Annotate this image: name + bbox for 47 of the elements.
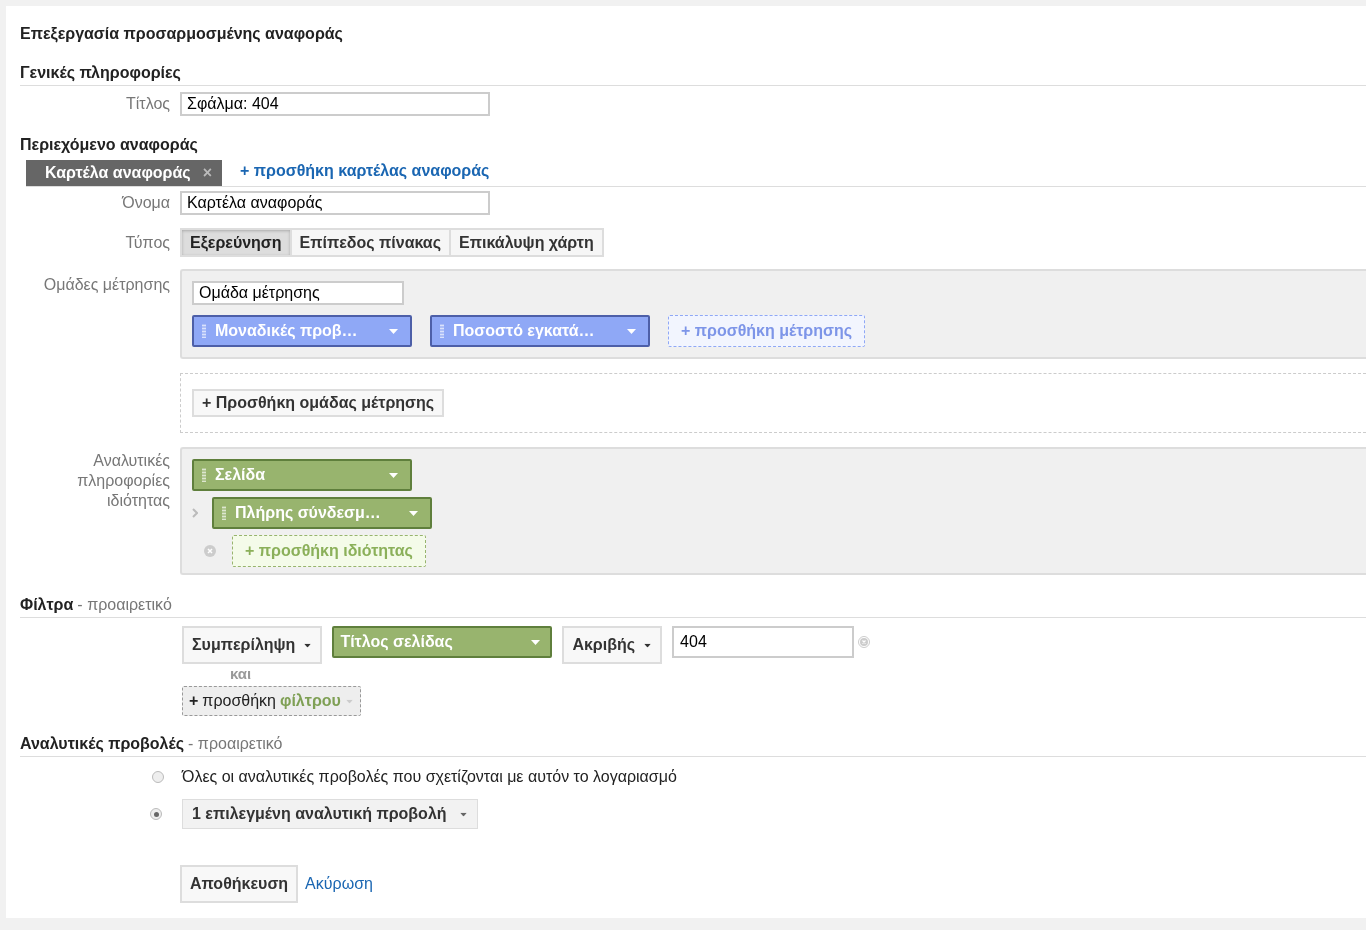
title-input[interactable]: Σφάλμα: 404 xyxy=(180,92,490,116)
caret-icon xyxy=(627,328,636,334)
caret-icon xyxy=(644,643,651,647)
caret-icon xyxy=(346,699,353,703)
add-tab-link[interactable]: + προσθήκη καρτέλας αναφοράς xyxy=(240,159,490,183)
include-dropdown[interactable]: Συμπερίληψη xyxy=(182,626,323,664)
option-label: Όλες οι αναλυτικές προβολές που σχετίζονται με αυτόν το λογαριασμό xyxy=(182,767,677,787)
add-filter-button[interactable]: + προσθήκη φίλτρου xyxy=(182,686,361,716)
page-title: Επεξεργασία προσαρμοσμένης αναφοράς xyxy=(20,24,344,44)
match-dropdown[interactable]: Ακριβής xyxy=(562,626,663,664)
optional-label: - προαιρετικό xyxy=(188,734,283,754)
caret-icon xyxy=(531,639,541,645)
field-label: Τίτλος xyxy=(125,94,170,114)
radio-button[interactable] xyxy=(150,808,162,820)
radio-button[interactable] xyxy=(152,771,164,783)
section-heading: Φίλτρα xyxy=(20,595,74,615)
section-heading: Αναλυτικές προβολές xyxy=(20,734,185,754)
type-tab[interactable]: Επίπεδος πίνακας xyxy=(289,228,452,257)
report-tab[interactable]: Καρτέλα αναφοράς × xyxy=(26,160,222,186)
view-dropdown[interactable]: 1 επιλεγμένη αναλυτική προβολή xyxy=(182,799,478,829)
field-label: Τύπος xyxy=(124,232,170,253)
grip-icon xyxy=(222,506,226,520)
add-metric-group-button[interactable]: + Προσθήκη ομάδας μέτρησης xyxy=(192,389,445,417)
field-label: Όνομα xyxy=(120,193,170,213)
caret-icon xyxy=(304,643,312,647)
field-label: Ομάδες μέτρησης xyxy=(42,275,170,295)
caret-icon xyxy=(389,472,398,478)
grip-icon xyxy=(202,468,206,482)
save-button[interactable]: Αποθήκευση xyxy=(180,865,299,903)
section-heading: Γενικές πληροφορίες xyxy=(20,63,181,83)
connector-label: και xyxy=(230,664,253,684)
grip-icon xyxy=(440,324,444,338)
type-tab[interactable]: Εξερεύνηση xyxy=(180,228,292,257)
clear-icon[interactable] xyxy=(858,636,871,648)
chevron-icon xyxy=(192,508,198,518)
name-input[interactable]: Καρτέλα αναφοράς xyxy=(180,191,490,215)
cancel-link[interactable]: Ακύρωση xyxy=(305,872,373,896)
section-heading: Περιεχόμενο αναφοράς xyxy=(20,135,199,155)
field-label: Αναλυτικές πληροφορίες ιδιότητας xyxy=(76,451,170,511)
caret-icon xyxy=(389,328,398,334)
type-tab[interactable]: Επικάλυψη χάρτη xyxy=(449,228,604,257)
filter-value-input[interactable]: 404 xyxy=(672,626,855,658)
grip-icon xyxy=(202,324,206,338)
group-name-input[interactable]: Ομάδα μέτρησης xyxy=(192,281,404,305)
caret-icon xyxy=(409,510,418,516)
optional-label: - προαιρετικό xyxy=(77,595,172,615)
caret-icon xyxy=(459,812,467,816)
